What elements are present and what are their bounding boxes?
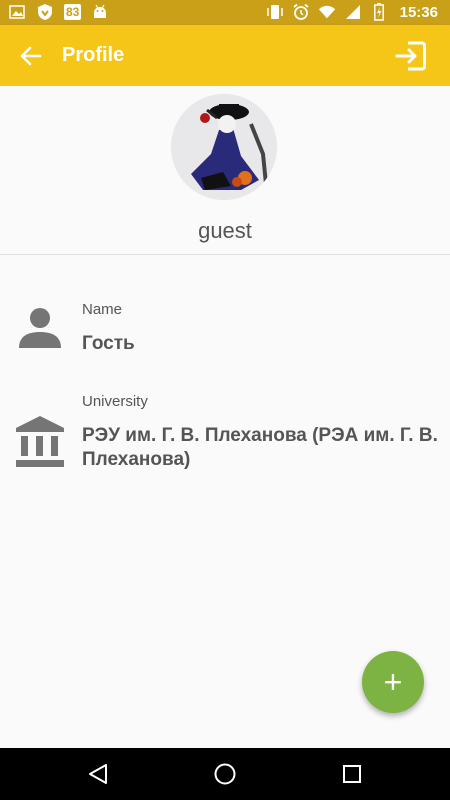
profile-header: guest xyxy=(0,86,450,255)
bank-icon xyxy=(14,414,66,467)
university-row: University РЭУ им. Г. В. Плеханова (РЭА … xyxy=(0,382,450,482)
name-value: Гость xyxy=(82,333,135,354)
username: guest xyxy=(198,218,252,243)
home-circle-icon[interactable] xyxy=(213,762,237,786)
back-button[interactable] xyxy=(18,43,44,69)
back-triangle-icon[interactable] xyxy=(86,762,110,786)
person-icon xyxy=(14,300,66,352)
avatar[interactable] xyxy=(171,94,277,200)
signal-icon xyxy=(344,3,362,21)
university-value: РЭУ им. Г. В. Плеханова (РЭА им. Г. В. П… xyxy=(82,425,438,470)
status-bar: 83 15:36 xyxy=(0,0,450,25)
android-icon xyxy=(91,3,109,21)
avatar-image xyxy=(171,94,277,200)
name-row: Name Гость xyxy=(0,290,450,370)
navigation-bar xyxy=(0,748,450,800)
image-icon xyxy=(8,3,26,21)
exit-icon xyxy=(395,41,426,71)
vibrate-icon xyxy=(266,3,284,21)
name-label: Name xyxy=(82,301,123,318)
clock: 15:36 xyxy=(399,3,438,21)
university-label: University xyxy=(82,393,148,410)
battery-icon xyxy=(370,3,388,21)
app-bar: Profile xyxy=(0,25,450,86)
notification-badge: 83 xyxy=(64,4,82,20)
recents-square-icon[interactable] xyxy=(340,762,364,786)
logout-button[interactable] xyxy=(394,39,428,73)
arrow-left-icon xyxy=(20,46,42,66)
alarm-icon xyxy=(292,3,310,21)
add-button[interactable]: + xyxy=(362,651,424,713)
shield-icon xyxy=(36,3,54,21)
wifi-icon xyxy=(318,3,336,21)
page-title: Profile xyxy=(62,44,125,66)
